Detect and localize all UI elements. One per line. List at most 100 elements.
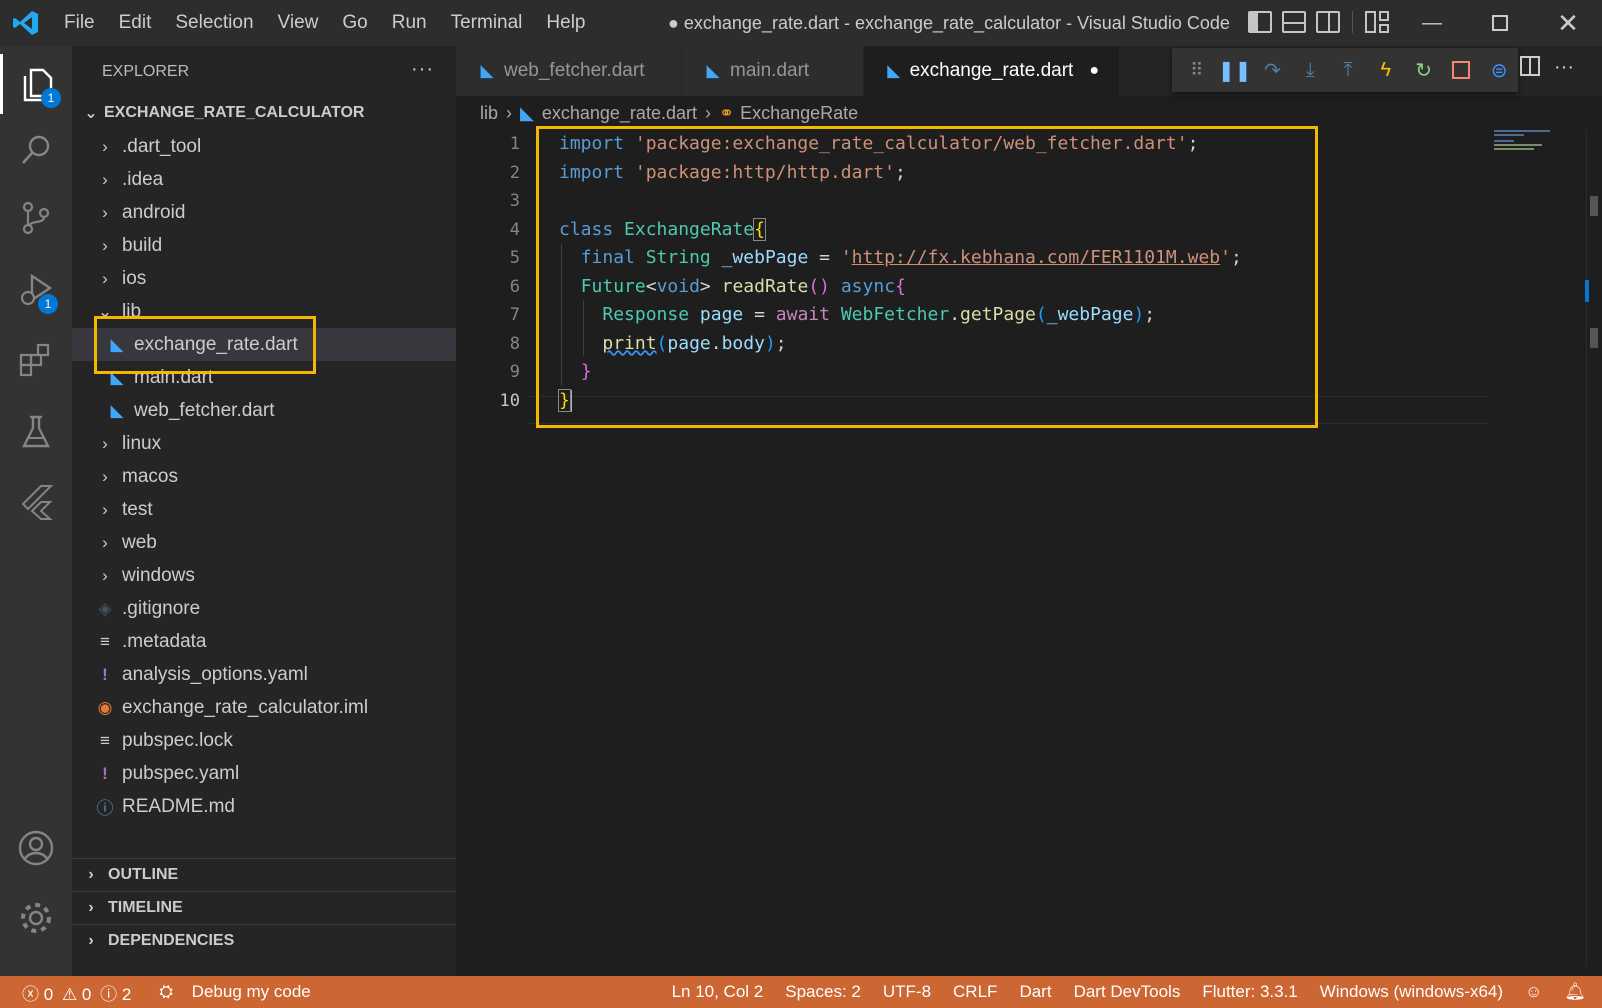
line-ending[interactable]: CRLF xyxy=(942,982,1008,1002)
tree-folder[interactable]: › linux xyxy=(72,427,456,460)
tree-file[interactable]: ◈ .gitignore xyxy=(72,592,456,625)
breadcrumb-folder[interactable]: lib xyxy=(480,103,498,124)
chevron-right-icon: › xyxy=(88,866,94,883)
outline-section[interactable]: › OUTLINE xyxy=(72,858,456,891)
tab-exchange-rate[interactable]: ◣ exchange_rate.dart ● xyxy=(864,46,1120,96)
devtools-icon[interactable]: ⊜ xyxy=(1480,48,1518,92)
yaml-file-icon: ! xyxy=(102,763,108,783)
settings-gear-icon[interactable] xyxy=(0,888,72,948)
tree-folder[interactable]: › macos xyxy=(72,460,456,493)
code-highlight-box xyxy=(536,126,1318,428)
chevron-right-icon: › xyxy=(102,268,108,288)
tree-file[interactable]: ≡ .metadata xyxy=(72,625,456,658)
tree-file[interactable]: ◉ exchange_rate_calculator.iml xyxy=(72,691,456,724)
close-button[interactable]: ✕ xyxy=(1534,0,1602,46)
extensions-icon[interactable] xyxy=(0,330,72,390)
drag-handle-icon[interactable]: ⠿ xyxy=(1178,48,1216,92)
hot-reload-icon[interactable]: ϟ xyxy=(1367,48,1405,92)
menu-selection[interactable]: Selection xyxy=(163,0,265,46)
tree-folder[interactable]: › android xyxy=(72,196,456,229)
step-into-icon[interactable]: ⤓ xyxy=(1291,48,1329,92)
unsaved-dot[interactable]: ● xyxy=(1089,62,1099,80)
menu-file[interactable]: File xyxy=(52,0,107,46)
dart-devtools[interactable]: Dart DevTools xyxy=(1063,982,1192,1002)
tree-folder[interactable]: › ios xyxy=(72,262,456,295)
tree-item-label: .gitignore xyxy=(122,597,201,619)
tree-folder[interactable]: › windows xyxy=(72,559,456,592)
run-debug-icon[interactable]: 1 xyxy=(0,260,72,320)
tree-file[interactable]: ⓘ README.md xyxy=(72,790,456,823)
problems-indicator[interactable]: ⓧ 0 ⚠ 0 ⓘ 2 xyxy=(0,980,142,1005)
breadcrumb-symbol[interactable]: ExchangeRate xyxy=(740,103,858,124)
flutter-version[interactable]: Flutter: 3.3.1 xyxy=(1191,982,1308,1002)
dependencies-label: DEPENDENCIES xyxy=(108,932,235,949)
tree-folder[interactable]: › web xyxy=(72,526,456,559)
file-tree: › .dart_tool › .idea › android › build › ios ⌄ lib ◣… xyxy=(72,130,456,823)
tree-item-label: web xyxy=(122,531,157,553)
testing-icon[interactable] xyxy=(0,402,72,462)
more-actions-icon[interactable]: ··· xyxy=(1554,56,1574,82)
cursor-position[interactable]: Ln 10, Col 2 xyxy=(661,982,775,1002)
minimize-button[interactable]: — xyxy=(1398,0,1466,46)
breadcrumb: lib › ◣ exchange_rate.dart › ⚭ ExchangeR… xyxy=(456,96,1602,130)
text-file-icon: ≡ xyxy=(100,730,110,750)
tree-folder[interactable]: › test xyxy=(72,493,456,526)
menu-edit[interactable]: Edit xyxy=(107,0,164,46)
dependencies-section[interactable]: › DEPENDENCIES xyxy=(72,924,456,957)
feedback-icon[interactable]: ☺ xyxy=(1514,982,1553,1002)
search-icon[interactable] xyxy=(0,120,72,180)
tree-file[interactable]: ! pubspec.yaml xyxy=(72,757,456,790)
restart-icon[interactable]: ↻ xyxy=(1405,48,1443,92)
step-over-icon[interactable]: ↷ xyxy=(1254,48,1292,92)
vertical-scrollbar[interactable] xyxy=(1585,130,1600,966)
tree-item-label: analysis_options.yaml xyxy=(122,663,308,685)
breadcrumb-file[interactable]: exchange_rate.dart xyxy=(542,103,697,124)
toggle-primary-sidebar-icon[interactable] xyxy=(1248,11,1272,33)
explorer-icon[interactable]: 1 xyxy=(0,54,72,114)
step-out-icon[interactable]: ⤒ xyxy=(1329,48,1367,92)
project-folder-header[interactable]: ⌄ EXCHANGE_RATE_CALCULATOR xyxy=(72,98,456,128)
target-device[interactable]: Windows (windows-x64) xyxy=(1309,982,1514,1002)
toggle-panel-icon[interactable] xyxy=(1282,11,1306,33)
tree-file[interactable]: ◣ web_fetcher.dart xyxy=(72,394,456,427)
tree-file[interactable]: ! analysis_options.yaml xyxy=(72,658,456,691)
chevron-right-icon: › xyxy=(102,532,108,552)
tree-folder[interactable]: › .idea xyxy=(72,163,456,196)
minimap[interactable] xyxy=(1494,130,1558,150)
menu-bar: File Edit Selection View Go Run Terminal… xyxy=(52,0,598,46)
scroll-marker xyxy=(1590,328,1598,348)
chevron-right-icon: › xyxy=(704,102,711,123)
menu-go[interactable]: Go xyxy=(330,0,379,46)
toggle-secondary-sidebar-icon[interactable] xyxy=(1316,11,1340,33)
tab-label: web_fetcher.dart xyxy=(504,60,645,81)
indentation[interactable]: Spaces: 2 xyxy=(774,982,872,1002)
language-mode[interactable]: Dart xyxy=(1008,982,1062,1002)
flutter-icon[interactable] xyxy=(0,472,72,532)
source-control-icon[interactable] xyxy=(0,188,72,248)
encoding[interactable]: UTF-8 xyxy=(872,982,942,1002)
stop-icon[interactable] xyxy=(1442,48,1480,92)
split-editor-icon[interactable] xyxy=(1520,56,1540,82)
pause-icon[interactable]: ❚❚ xyxy=(1216,48,1254,92)
timeline-section[interactable]: › TIMELINE xyxy=(72,891,456,924)
tab-web-fetcher[interactable]: ◣ web_fetcher.dart xyxy=(456,46,682,96)
menu-terminal[interactable]: Terminal xyxy=(439,0,535,46)
tree-item-label: test xyxy=(122,498,153,520)
accounts-icon[interactable] xyxy=(0,818,72,878)
menu-run[interactable]: Run xyxy=(380,0,439,46)
notifications-bell-icon[interactable]: 🔔︎ xyxy=(1553,982,1602,1002)
tree-folder[interactable]: › .dart_tool xyxy=(72,130,456,163)
debug-status[interactable]: ⛭ Debug my code xyxy=(148,982,321,1002)
chevron-right-icon: › xyxy=(102,565,108,585)
tree-folder[interactable]: › build xyxy=(72,229,456,262)
warning-icon: ⚠ xyxy=(61,984,78,1004)
tab-main[interactable]: ◣ main.dart xyxy=(682,46,864,96)
maximize-button[interactable] xyxy=(1466,0,1534,46)
explorer-more-actions-icon[interactable]: ··· xyxy=(411,58,434,81)
line-number: 8 xyxy=(509,333,520,354)
tree-file[interactable]: ≡ pubspec.lock xyxy=(72,724,456,757)
info-file-icon: ⓘ xyxy=(96,799,114,818)
menu-view[interactable]: View xyxy=(266,0,331,46)
menu-help[interactable]: Help xyxy=(534,0,597,46)
customize-layout-icon[interactable] xyxy=(1365,11,1389,33)
